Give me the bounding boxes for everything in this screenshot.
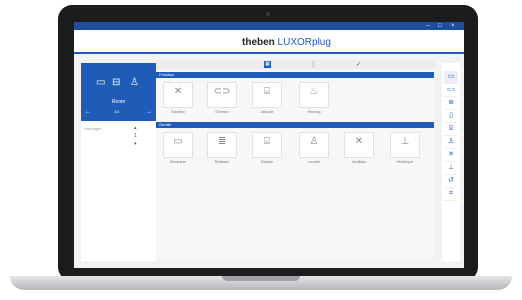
person-icon: ♙ xyxy=(130,77,139,88)
function-card-blind[interactable]: ⌸ Jalousie xyxy=(252,82,282,114)
blind-icon[interactable]: ⌸ xyxy=(444,123,458,136)
prev-room-button[interactable]: ← xyxy=(85,109,91,115)
card-label: Dimmen xyxy=(215,110,229,114)
app-screen: – □ × theben LUXORplug ▦ ⋮ ✓ ▭ ⊟ ♙ Room … xyxy=(74,22,464,268)
socket-icon: ▭ xyxy=(173,136,183,147)
function-card-dimmer[interactable]: ⊂⊃ Dimmen xyxy=(207,82,237,114)
room-name: Room xyxy=(111,99,126,105)
blind-icon: ⊟ xyxy=(112,77,121,88)
device-card-awning[interactable]: ⌸ Markise xyxy=(252,132,282,164)
laptop-notch xyxy=(222,276,300,281)
maximize-button[interactable]: □ xyxy=(438,22,442,30)
card-label: Steckdose xyxy=(169,160,187,164)
main-area xyxy=(156,70,434,260)
timer-icon[interactable]: ↺ xyxy=(444,175,458,188)
scene-icon[interactable]: ⌗ xyxy=(444,188,458,201)
socket-icon: ▭ xyxy=(96,77,106,88)
category-header-devices: Geräte xyxy=(156,122,434,128)
device-card-fan[interactable]: ✕ Ventilator xyxy=(344,132,374,164)
brand-name: theben xyxy=(242,37,275,48)
function-card-switch[interactable]: ✕ Schalten xyxy=(163,82,193,114)
camera-icon xyxy=(266,12,270,16)
heating-icon[interactable]: ⊥ xyxy=(444,162,458,175)
blind-icon: ⌸ xyxy=(264,86,270,97)
stepper-down-button[interactable]: ▾ xyxy=(134,142,137,147)
close-button[interactable]: × xyxy=(451,22,455,30)
card-label: Heizkörper xyxy=(396,160,414,164)
window-titlebar xyxy=(74,22,464,30)
switch-icon: ✕ xyxy=(173,86,183,97)
grid-icon[interactable]: ▦ xyxy=(264,61,271,68)
check-icon[interactable]: ✓ xyxy=(356,62,361,68)
settings-sliders-icon[interactable]: ⋮ xyxy=(310,62,316,68)
section-label: Leitungen xyxy=(84,126,102,131)
card-label: Schalten xyxy=(171,110,185,114)
device-card-socket[interactable]: ▭ Steckdose xyxy=(163,132,193,164)
card-label: Ventilator xyxy=(351,160,367,164)
switch-icon[interactable]: ✕ xyxy=(444,149,458,162)
product-name: LUXORplug xyxy=(274,37,331,48)
heating-icon: ♨ xyxy=(309,86,319,97)
card-label: Markise xyxy=(260,160,274,164)
card-label: Jalousie xyxy=(260,110,274,114)
shutter-icon: ≣ xyxy=(217,136,227,147)
minimize-button[interactable]: – xyxy=(426,22,429,30)
header-divider xyxy=(74,52,464,54)
card-label: Rollladen xyxy=(214,160,230,164)
card-label: Heizung xyxy=(307,110,321,114)
dimmer-icon[interactable]: ⊂⊃ xyxy=(444,84,458,97)
next-room-button[interactable]: → xyxy=(146,109,152,115)
stepper-value: 1 xyxy=(134,133,137,139)
card-label: Leuchte xyxy=(307,160,321,164)
device-card-shutter[interactable]: ≣ Rollladen xyxy=(207,132,237,164)
function-card-heating[interactable]: ♨ Heizung xyxy=(299,82,329,114)
step-bar xyxy=(156,60,434,69)
stepper-up-button[interactable]: ▴ xyxy=(134,126,137,131)
room-page-indicator: 1/1 xyxy=(114,109,120,114)
brand-logo: theben LUXORplug xyxy=(242,37,331,49)
category-header-function: Funktion xyxy=(156,72,434,78)
dimmer-icon: ⊂⊃ xyxy=(213,86,231,97)
shutter-icon[interactable]: ≣ xyxy=(444,97,458,110)
device-card-radiator[interactable]: ⊥ Heizkörper xyxy=(390,132,420,164)
radiator-icon: ⊥ xyxy=(400,136,410,147)
person-icon[interactable]: ♙ xyxy=(444,136,458,149)
awning-icon: ⌸ xyxy=(264,136,270,147)
awning-icon[interactable]: ▯ xyxy=(444,110,458,123)
socket-icon[interactable]: ▭ xyxy=(444,71,458,84)
fan-icon: ✕ xyxy=(354,136,364,147)
device-card-lamp[interactable]: ♙ Leuchte xyxy=(299,132,329,164)
lamp-icon: ♙ xyxy=(309,136,319,147)
